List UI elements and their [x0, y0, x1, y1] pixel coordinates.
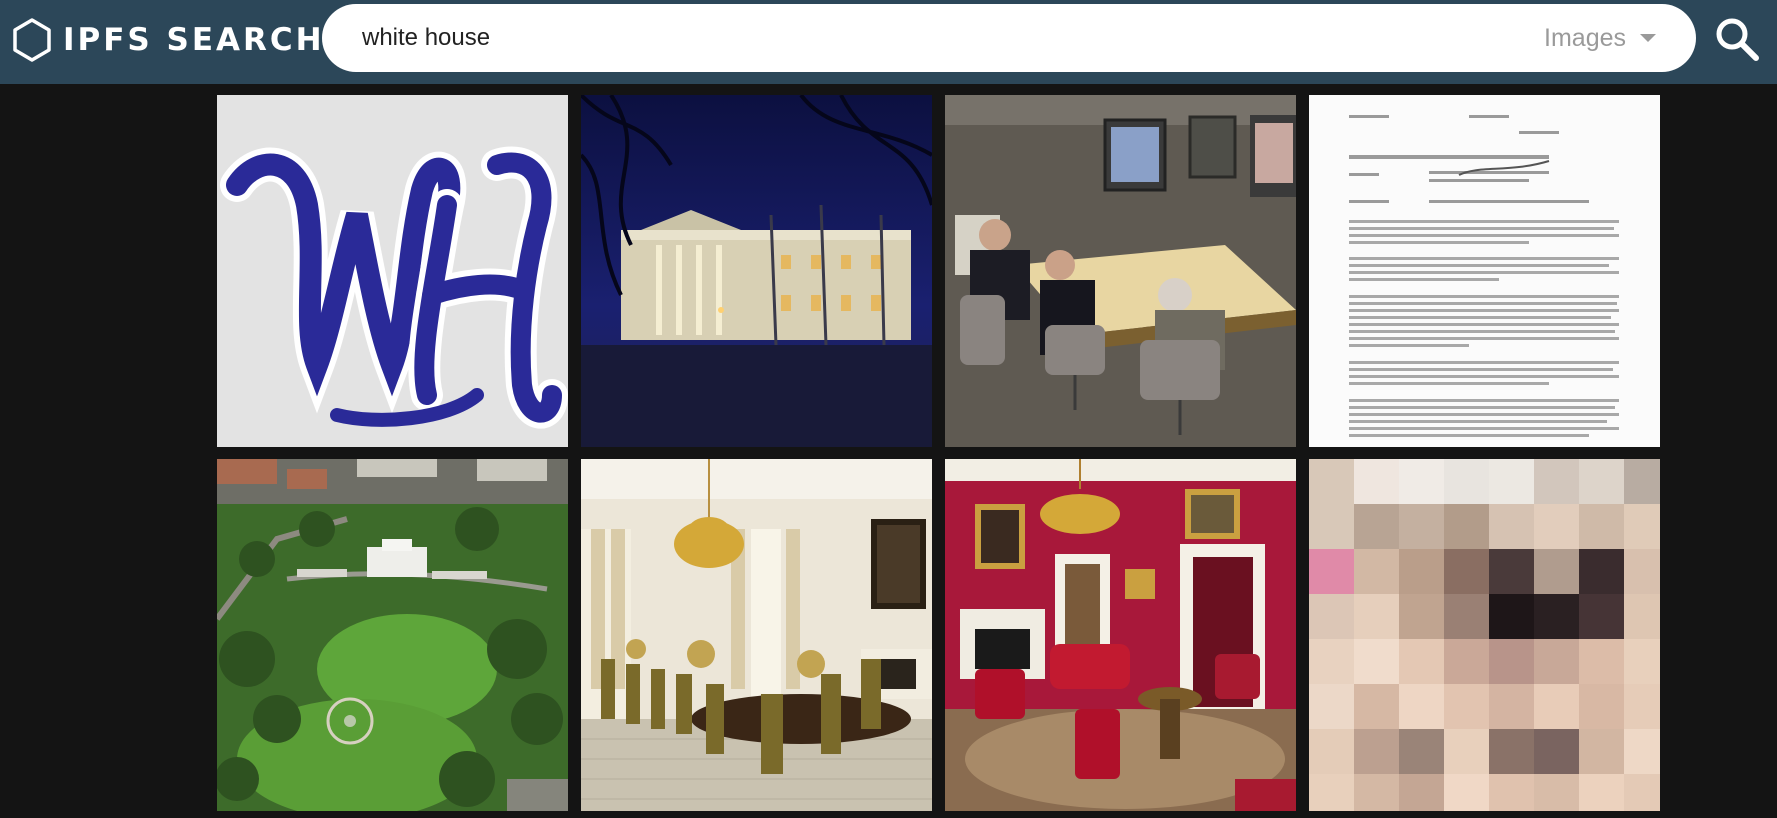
- result-image-4[interactable]: [1309, 95, 1660, 447]
- image-thumbnail: [217, 95, 568, 447]
- image-thumbnail: [581, 95, 932, 447]
- image-thumbnail: [581, 459, 932, 811]
- chevron-down-icon: [1640, 34, 1656, 42]
- type-select[interactable]: Images: [1544, 22, 1656, 54]
- hexagon-icon: [13, 18, 51, 62]
- result-image-1[interactable]: [217, 95, 568, 447]
- result-image-7[interactable]: [945, 459, 1296, 811]
- image-thumbnail: [1309, 459, 1660, 811]
- image-thumbnail: [945, 95, 1296, 447]
- app-logo[interactable]: IPFS SEARCH: [12, 16, 325, 64]
- result-image-2[interactable]: [581, 95, 932, 447]
- app-name: IPFS SEARCH: [63, 22, 325, 58]
- result-image-8[interactable]: [1309, 459, 1660, 811]
- result-image-6[interactable]: [581, 459, 932, 811]
- magnifier-icon: [1716, 18, 1759, 61]
- header-bar: IPFS SEARCH Images: [0, 0, 1777, 84]
- result-image-3[interactable]: [945, 95, 1296, 447]
- result-image-5[interactable]: [217, 459, 568, 811]
- image-thumbnail: [217, 459, 568, 811]
- results-grid: [217, 95, 1667, 818]
- search-button[interactable]: [1712, 14, 1762, 64]
- image-thumbnail: [1309, 95, 1660, 447]
- search-box: Images: [322, 4, 1696, 72]
- type-select-value: Images: [1544, 23, 1626, 52]
- image-thumbnail: [945, 459, 1296, 811]
- search-input[interactable]: [362, 18, 1362, 58]
